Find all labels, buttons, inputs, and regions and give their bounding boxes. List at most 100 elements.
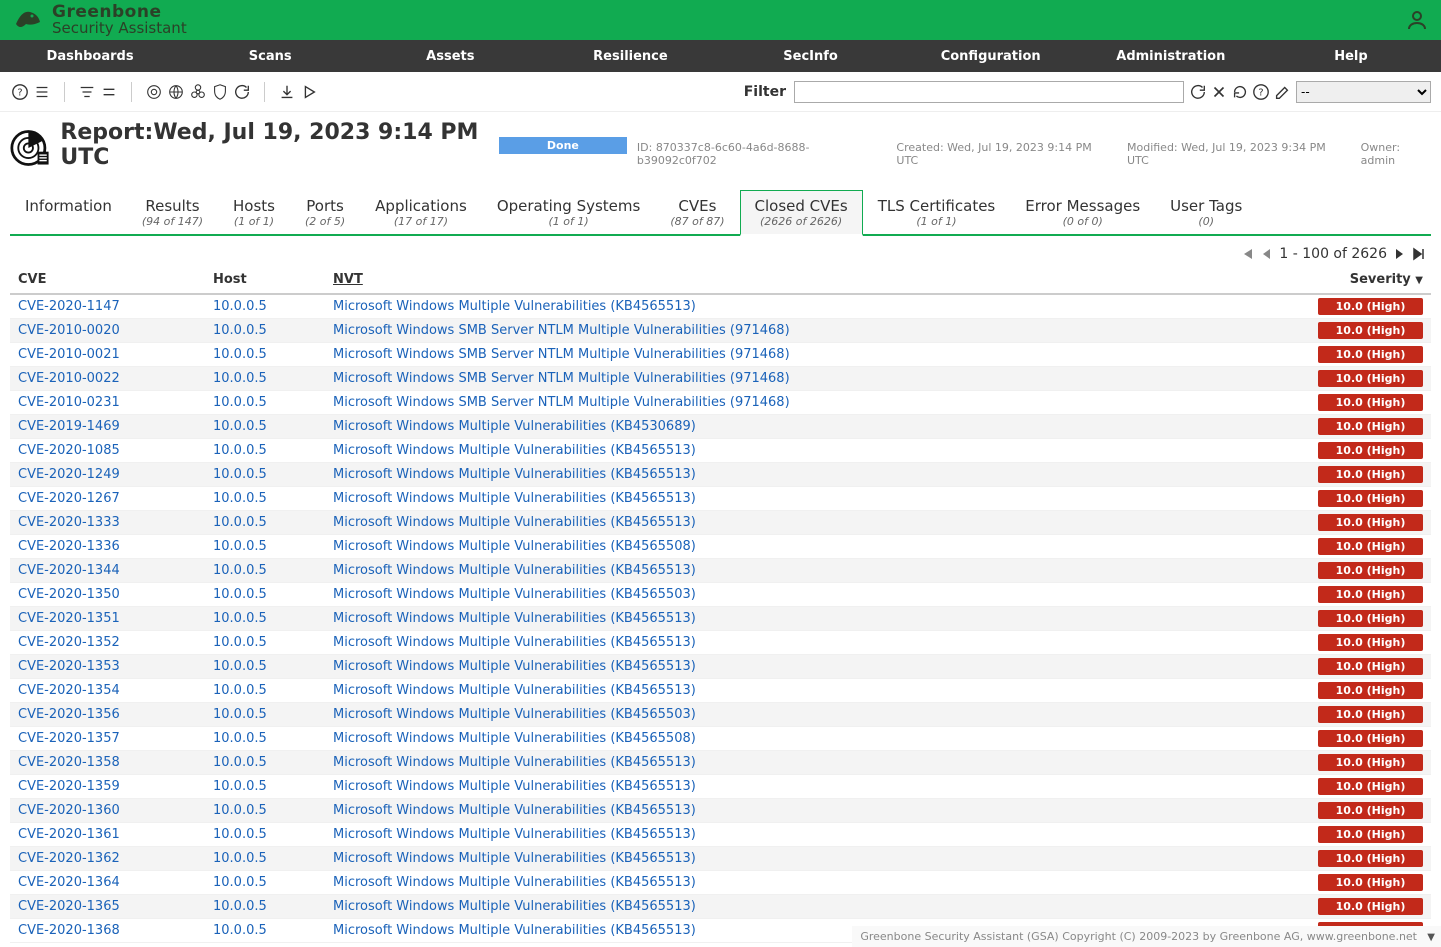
host-link[interactable]: 10.0.0.5: [213, 875, 267, 890]
host-link[interactable]: 10.0.0.5: [213, 443, 267, 458]
download-icon[interactable]: [277, 82, 297, 102]
host-link[interactable]: 10.0.0.5: [213, 779, 267, 794]
equal-filter-icon[interactable]: [99, 82, 119, 102]
tab-cves[interactable]: CVEs(87 of 87): [655, 190, 739, 234]
nvt-link[interactable]: Microsoft Windows SMB Server NTLM Multip…: [333, 323, 790, 338]
cve-link[interactable]: CVE-2020-1356: [18, 707, 120, 722]
cve-link[interactable]: CVE-2020-1357: [18, 731, 120, 746]
host-link[interactable]: 10.0.0.5: [213, 347, 267, 362]
col-severity[interactable]: Severity ▼: [1301, 266, 1431, 294]
biohazard-icon[interactable]: [188, 82, 208, 102]
cve-link[interactable]: CVE-2020-1333: [18, 515, 120, 530]
nav-dashboards[interactable]: Dashboards: [0, 40, 180, 72]
host-link[interactable]: 10.0.0.5: [213, 395, 267, 410]
cve-link[interactable]: CVE-2020-1360: [18, 803, 120, 818]
nav-secinfo[interactable]: SecInfo: [721, 40, 901, 72]
tab-closed-cves[interactable]: Closed CVEs(2626 of 2626): [740, 190, 863, 236]
nav-assets[interactable]: Assets: [360, 40, 540, 72]
footer-dropdown-icon[interactable]: ▼: [1427, 932, 1435, 943]
cve-link[interactable]: CVE-2020-1361: [18, 827, 120, 842]
cve-link[interactable]: CVE-2020-1365: [18, 899, 120, 914]
cve-link[interactable]: CVE-2020-1351: [18, 611, 120, 626]
host-link[interactable]: 10.0.0.5: [213, 635, 267, 650]
host-link[interactable]: 10.0.0.5: [213, 707, 267, 722]
filter-select[interactable]: --: [1296, 81, 1431, 103]
logo[interactable]: Greenbone Security Assistant: [12, 4, 187, 36]
nvt-link[interactable]: Microsoft Windows SMB Server NTLM Multip…: [333, 395, 790, 410]
host-link[interactable]: 10.0.0.5: [213, 371, 267, 386]
col-nvt[interactable]: NVT: [325, 266, 1301, 294]
host-link[interactable]: 10.0.0.5: [213, 851, 267, 866]
host-link[interactable]: 10.0.0.5: [213, 899, 267, 914]
page-prev-icon[interactable]: [1259, 246, 1275, 262]
nvt-link[interactable]: Microsoft Windows SMB Server NTLM Multip…: [333, 347, 790, 362]
nvt-link[interactable]: Microsoft Windows Multiple Vulnerabiliti…: [333, 467, 696, 482]
nvt-link[interactable]: Microsoft Windows Multiple Vulnerabiliti…: [333, 299, 696, 314]
cve-link[interactable]: CVE-2019-1469: [18, 419, 120, 434]
nvt-link[interactable]: Microsoft Windows Multiple Vulnerabiliti…: [333, 587, 696, 602]
cve-link[interactable]: CVE-2010-0231: [18, 395, 120, 410]
cve-link[interactable]: CVE-2020-1353: [18, 659, 120, 674]
tab-information[interactable]: Information: [10, 190, 127, 234]
cve-link[interactable]: CVE-2020-1368: [18, 923, 120, 938]
cve-link[interactable]: CVE-2020-1364: [18, 875, 120, 890]
host-link[interactable]: 10.0.0.5: [213, 419, 267, 434]
filter-edit-icon[interactable]: [1272, 82, 1292, 102]
page-next-icon[interactable]: [1391, 246, 1407, 262]
filter-help-icon[interactable]: ?: [1251, 82, 1271, 102]
nvt-link[interactable]: Microsoft Windows Multiple Vulnerabiliti…: [333, 851, 696, 866]
nav-administration[interactable]: Administration: [1081, 40, 1261, 72]
nav-scans[interactable]: Scans: [180, 40, 360, 72]
page-last-icon[interactable]: [1411, 246, 1427, 262]
cve-link[interactable]: CVE-2020-1249: [18, 467, 120, 482]
nvt-link[interactable]: Microsoft Windows Multiple Vulnerabiliti…: [333, 635, 696, 650]
nav-resilience[interactable]: Resilience: [540, 40, 720, 72]
filter-clear-icon[interactable]: [1209, 82, 1229, 102]
tab-ports[interactable]: Ports(2 of 5): [290, 190, 360, 234]
user-icon[interactable]: [1405, 8, 1429, 32]
cve-link[interactable]: CVE-2010-0020: [18, 323, 120, 338]
cve-link[interactable]: CVE-2020-1267: [18, 491, 120, 506]
run-icon[interactable]: [299, 82, 319, 102]
cve-link[interactable]: CVE-2020-1359: [18, 779, 120, 794]
nvt-link[interactable]: Microsoft Windows Multiple Vulnerabiliti…: [333, 707, 696, 722]
nvt-link[interactable]: Microsoft Windows Multiple Vulnerabiliti…: [333, 491, 696, 506]
cve-link[interactable]: CVE-2020-1344: [18, 563, 120, 578]
filter-input[interactable]: [794, 81, 1184, 103]
cve-link[interactable]: CVE-2010-0022: [18, 371, 120, 386]
host-link[interactable]: 10.0.0.5: [213, 827, 267, 842]
host-link[interactable]: 10.0.0.5: [213, 323, 267, 338]
nvt-link[interactable]: Microsoft Windows Multiple Vulnerabiliti…: [333, 563, 696, 578]
host-link[interactable]: 10.0.0.5: [213, 683, 267, 698]
host-link[interactable]: 10.0.0.5: [213, 563, 267, 578]
target-icon[interactable]: [144, 82, 164, 102]
host-link[interactable]: 10.0.0.5: [213, 731, 267, 746]
nvt-link[interactable]: Microsoft Windows Multiple Vulnerabiliti…: [333, 683, 696, 698]
host-link[interactable]: 10.0.0.5: [213, 659, 267, 674]
nav-configuration[interactable]: Configuration: [901, 40, 1081, 72]
filter-apply-icon[interactable]: [1188, 82, 1208, 102]
nvt-link[interactable]: Microsoft Windows Multiple Vulnerabiliti…: [333, 923, 696, 938]
tab-applications[interactable]: Applications(17 of 17): [360, 190, 482, 234]
host-link[interactable]: 10.0.0.5: [213, 923, 267, 938]
nvt-link[interactable]: Microsoft Windows Multiple Vulnerabiliti…: [333, 827, 696, 842]
nvt-link[interactable]: Microsoft Windows Multiple Vulnerabiliti…: [333, 899, 696, 914]
host-link[interactable]: 10.0.0.5: [213, 539, 267, 554]
col-cve[interactable]: CVE: [10, 266, 205, 294]
host-link[interactable]: 10.0.0.5: [213, 299, 267, 314]
cve-link[interactable]: CVE-2020-1362: [18, 851, 120, 866]
nvt-link[interactable]: Microsoft Windows Multiple Vulnerabiliti…: [333, 755, 696, 770]
filter-reset-icon[interactable]: [1230, 82, 1250, 102]
cve-link[interactable]: CVE-2010-0021: [18, 347, 120, 362]
cve-link[interactable]: CVE-2020-1352: [18, 635, 120, 650]
host-link[interactable]: 10.0.0.5: [213, 491, 267, 506]
nvt-link[interactable]: Microsoft Windows SMB Server NTLM Multip…: [333, 371, 790, 386]
nav-help[interactable]: Help: [1261, 40, 1441, 72]
cve-link[interactable]: CVE-2020-1358: [18, 755, 120, 770]
host-link[interactable]: 10.0.0.5: [213, 515, 267, 530]
shield-icon[interactable]: [210, 82, 230, 102]
nvt-link[interactable]: Microsoft Windows Multiple Vulnerabiliti…: [333, 611, 696, 626]
nvt-link[interactable]: Microsoft Windows Multiple Vulnerabiliti…: [333, 539, 696, 554]
nvt-link[interactable]: Microsoft Windows Multiple Vulnerabiliti…: [333, 443, 696, 458]
nvt-link[interactable]: Microsoft Windows Multiple Vulnerabiliti…: [333, 419, 696, 434]
